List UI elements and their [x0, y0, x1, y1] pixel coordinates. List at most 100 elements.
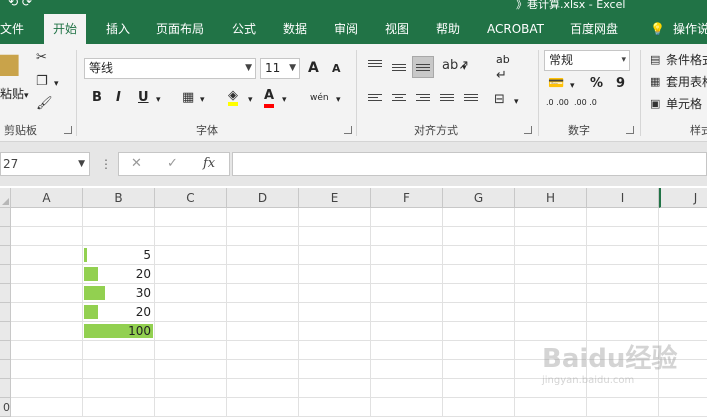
- cell[interactable]: [587, 208, 659, 227]
- cell[interactable]: [371, 303, 443, 322]
- cell[interactable]: [371, 246, 443, 265]
- cut-icon[interactable]: ✂: [36, 50, 47, 66]
- align-left-icon[interactable]: [368, 94, 382, 106]
- conditional-format-icon[interactable]: ▤: [650, 52, 660, 68]
- align-middle-icon[interactable]: [392, 64, 406, 76]
- cell[interactable]: [443, 341, 515, 360]
- cell[interactable]: [155, 284, 227, 303]
- cell[interactable]: [299, 265, 371, 284]
- bold-button[interactable]: B: [92, 90, 102, 105]
- italic-button[interactable]: I: [116, 90, 121, 105]
- alignment-launcher-icon[interactable]: [524, 126, 532, 134]
- column-header-b[interactable]: B: [83, 188, 155, 208]
- cell[interactable]: [371, 208, 443, 227]
- cell[interactable]: [11, 303, 83, 322]
- cell[interactable]: [515, 284, 587, 303]
- cell[interactable]: [11, 284, 83, 303]
- cell[interactable]: [659, 398, 707, 417]
- cell-styles-button[interactable]: 单元格: [666, 96, 702, 112]
- row-header[interactable]: [0, 360, 11, 379]
- cell[interactable]: [371, 265, 443, 284]
- format-painter-icon[interactable]: 🖌: [36, 96, 53, 112]
- cell[interactable]: [155, 208, 227, 227]
- grow-font-button[interactable]: A: [308, 60, 319, 76]
- tab-home[interactable]: 开始: [44, 14, 87, 44]
- borders-icon[interactable]: ▦: [182, 90, 194, 106]
- cell[interactable]: [443, 379, 515, 398]
- cell[interactable]: [659, 208, 707, 227]
- cell[interactable]: [659, 227, 707, 246]
- cell[interactable]: [11, 246, 83, 265]
- tab-baidu-netdisk[interactable]: 百度网盘: [570, 14, 618, 44]
- currency-chevron-down-icon[interactable]: ▾: [570, 78, 575, 94]
- cell[interactable]: [227, 246, 299, 265]
- align-right-icon[interactable]: [416, 94, 430, 106]
- cell[interactable]: [227, 227, 299, 246]
- cell[interactable]: [371, 341, 443, 360]
- number-format-select[interactable]: 常规 ▾: [544, 50, 630, 71]
- decrease-decimal-button[interactable]: .00 .0: [574, 98, 598, 107]
- cell[interactable]: [11, 227, 83, 246]
- tab-page-layout[interactable]: 页面布局: [156, 14, 204, 44]
- table-format-icon[interactable]: ▦: [650, 74, 660, 90]
- column-header-d[interactable]: D: [227, 188, 299, 208]
- tab-view[interactable]: 视图: [385, 14, 409, 44]
- cell[interactable]: [443, 208, 515, 227]
- orientation-chevron-down-icon[interactable]: ▾: [462, 60, 467, 76]
- comma-button[interactable]: 9: [616, 76, 625, 91]
- row-header[interactable]: [0, 303, 11, 322]
- row-header[interactable]: [0, 379, 11, 398]
- cell[interactable]: [155, 398, 227, 417]
- tell-me-icon[interactable]: 💡: [650, 14, 665, 44]
- cancel-icon[interactable]: ✕: [131, 156, 142, 171]
- cell[interactable]: [515, 303, 587, 322]
- cell[interactable]: [587, 246, 659, 265]
- cell[interactable]: [227, 208, 299, 227]
- column-header-g[interactable]: G: [443, 188, 515, 208]
- row-header[interactable]: [0, 341, 11, 360]
- formula-input[interactable]: [232, 152, 707, 176]
- cell[interactable]: [83, 208, 155, 227]
- paste-chevron-down-icon[interactable]: ▾: [24, 88, 29, 104]
- cell[interactable]: [155, 341, 227, 360]
- cell[interactable]: [587, 284, 659, 303]
- font-size-select[interactable]: 11 ▼: [260, 58, 300, 79]
- phonetic-button[interactable]: wén: [310, 90, 329, 106]
- tab-review[interactable]: 审阅: [334, 14, 358, 44]
- cell[interactable]: [227, 284, 299, 303]
- cell[interactable]: [11, 341, 83, 360]
- cell[interactable]: [371, 379, 443, 398]
- tab-help[interactable]: 帮助: [436, 14, 460, 44]
- cell[interactable]: [299, 398, 371, 417]
- cell[interactable]: [83, 360, 155, 379]
- cell[interactable]: [227, 360, 299, 379]
- cell[interactable]: [299, 322, 371, 341]
- cell[interactable]: [515, 265, 587, 284]
- row-header[interactable]: [0, 265, 11, 284]
- conditional-formatting-button[interactable]: 条件格式: [666, 52, 707, 68]
- copy-chevron-down-icon[interactable]: ▾: [54, 76, 59, 92]
- cell[interactable]: [11, 360, 83, 379]
- cell[interactable]: [299, 360, 371, 379]
- cell[interactable]: [659, 284, 707, 303]
- cell[interactable]: [443, 322, 515, 341]
- increase-decimal-button[interactable]: .0 .00: [546, 98, 570, 107]
- cell[interactable]: [587, 227, 659, 246]
- cell[interactable]: [443, 227, 515, 246]
- paste-icon[interactable]: ▆: [0, 50, 18, 74]
- tab-acrobat[interactable]: ACROBAT: [487, 14, 544, 44]
- align-center-icon[interactable]: [392, 94, 406, 106]
- cell[interactable]: [443, 360, 515, 379]
- enter-icon[interactable]: ✓: [167, 156, 178, 171]
- merge-center-icon[interactable]: ⊟: [494, 92, 505, 108]
- cell[interactable]: [11, 208, 83, 227]
- cell[interactable]: [659, 303, 707, 322]
- cell[interactable]: [299, 208, 371, 227]
- font-color-chevron-down-icon[interactable]: ▾: [282, 92, 287, 108]
- shrink-font-button[interactable]: A: [332, 62, 341, 75]
- column-header-h[interactable]: H: [515, 188, 587, 208]
- phonetic-chevron-down-icon[interactable]: ▾: [336, 92, 341, 108]
- select-all-button[interactable]: [0, 188, 11, 208]
- wrap-text-button[interactable]: ab: [496, 52, 510, 68]
- tab-formulas[interactable]: 公式: [232, 14, 256, 44]
